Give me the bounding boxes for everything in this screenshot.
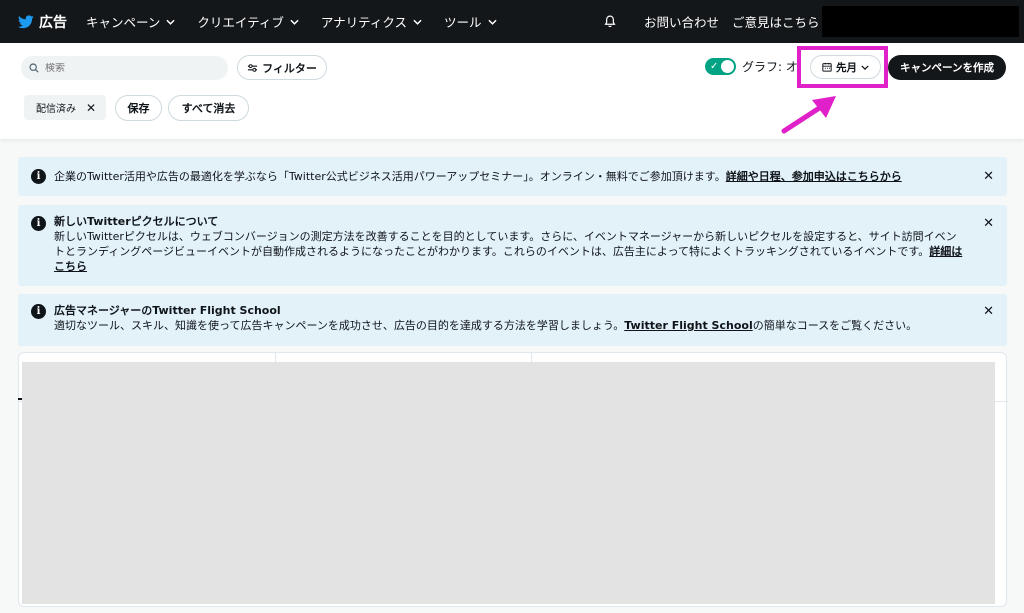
- bell-icon[interactable]: [604, 15, 616, 28]
- notice-link[interactable]: 詳細や日程、参加申込はこちらから: [726, 170, 902, 183]
- nav-campaigns-label: キャンペーン: [86, 15, 161, 30]
- search-box[interactable]: [21, 56, 228, 80]
- chevron-down-icon: [290, 19, 299, 25]
- notice-body: 適切なツール、スキル、知識を使って広告キャンペーンを成功させ、広告の目的を達成す…: [54, 319, 625, 332]
- search-input[interactable]: [45, 62, 215, 74]
- chevron-down-icon: [413, 19, 422, 25]
- clear-all-button[interactable]: すべて消去: [168, 95, 249, 121]
- notice-title: 広告マネージャーのTwitter Flight School: [54, 304, 281, 317]
- info-icon: i: [31, 216, 46, 231]
- info-icon: i: [31, 169, 46, 184]
- nav-tools-label: ツール: [444, 15, 482, 30]
- nav-tools[interactable]: ツール: [444, 12, 497, 31]
- brand-label: 広告: [39, 14, 67, 31]
- close-icon[interactable]: ✕: [983, 216, 994, 231]
- check-icon: ✓: [710, 61, 719, 72]
- redacted-area: [22, 362, 995, 604]
- nav-right: お問い合わせ ご意見はこちら: [600, 0, 820, 43]
- chevron-down-icon: [487, 19, 497, 25]
- save-button[interactable]: 保存: [115, 95, 162, 121]
- notice-text: 企業のTwitter活用や広告の最適化を学ぶなら「Twitter公式ビジネス活用…: [54, 169, 967, 184]
- nav-creatives[interactable]: クリエイティブ: [197, 12, 299, 31]
- nav-creatives-label: クリエイティブ: [197, 15, 284, 30]
- brand[interactable]: 広告: [18, 12, 67, 32]
- feedback-link[interactable]: ご意見はこちら: [732, 12, 820, 31]
- close-icon[interactable]: ✕: [86, 101, 96, 115]
- notice-text: 広告マネージャーのTwitter Flight School 適切なツール、スキ…: [54, 303, 967, 333]
- notice-text: 新しいTwitterピクセルについて 新しいTwitterピクセルは、ウェブコン…: [54, 214, 967, 274]
- filter-chip-label: 配信済み: [36, 104, 76, 115]
- close-icon[interactable]: ✕: [983, 304, 994, 319]
- nav-menu: キャンペーン クリエイティブ アナリティクス ツール: [86, 12, 519, 31]
- notice-link[interactable]: Twitter Flight School: [624, 319, 752, 332]
- graph-toggle-label: グラフ: オン: [742, 60, 798, 74]
- search-icon: [29, 63, 39, 73]
- toggle-knob: [721, 60, 734, 73]
- highlight-box: [797, 46, 888, 88]
- notice-seminar: i 企業のTwitter活用や広告の最適化を学ぶなら「Twitter公式ビジネス…: [18, 157, 1007, 196]
- twitter-bird-icon: [18, 14, 34, 28]
- filter-chip[interactable]: 配信済み ✕: [24, 95, 106, 120]
- nav-analytics-label: アナリティクス: [320, 15, 408, 30]
- notice-title: 新しいTwitterピクセルについて: [54, 215, 219, 228]
- annotation-arrow-icon: [781, 96, 836, 134]
- close-icon[interactable]: ✕: [983, 169, 994, 184]
- graph-toggle[interactable]: ✓: [705, 58, 736, 75]
- notice-body: 新しいTwitterピクセルは、ウェブコンバージョンの測定方法を改善することを目…: [54, 230, 957, 258]
- notice-body: 企業のTwitter活用や広告の最適化を学ぶなら「Twitter公式ビジネス活用…: [54, 170, 726, 183]
- top-nav: 広告 キャンペーン クリエイティブ アナリティクス ツール お問い合わせ ご意見…: [0, 0, 1024, 43]
- filter-button[interactable]: フィルター: [237, 55, 327, 80]
- notice-body-end: の簡単なコースをご覧ください。: [752, 319, 918, 332]
- account-redacted[interactable]: [822, 6, 1019, 37]
- nav-campaigns[interactable]: キャンペーン: [86, 12, 175, 31]
- nav-analytics[interactable]: アナリティクス: [321, 12, 422, 31]
- chevron-down-icon: [166, 19, 175, 25]
- create-campaign-button[interactable]: キャンペーンを作成: [888, 55, 1006, 80]
- info-icon: i: [31, 304, 46, 319]
- contact-link[interactable]: お問い合わせ: [644, 12, 719, 31]
- filter-button-label: フィルター: [262, 61, 317, 75]
- sliders-icon: [248, 63, 258, 72]
- notice-pixel: i 新しいTwitterピクセルについて 新しいTwitterピクセルは、ウェブ…: [18, 205, 1007, 286]
- notice-flight-school: i 広告マネージャーのTwitter Flight School 適切なツール、…: [18, 294, 1007, 346]
